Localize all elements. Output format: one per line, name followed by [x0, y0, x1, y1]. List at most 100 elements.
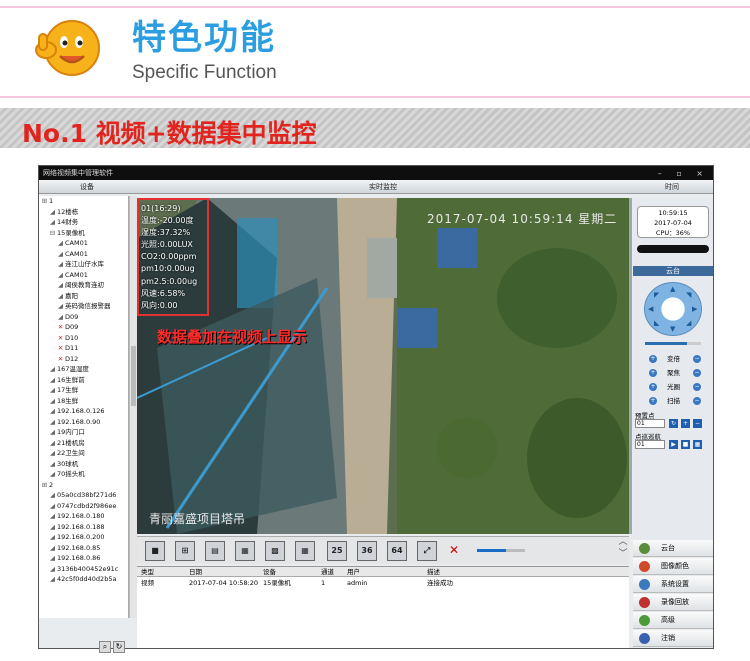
tree-item[interactable]: ◢ 19内门口	[39, 427, 128, 438]
cruise-stop-button[interactable]: ■	[681, 440, 690, 449]
logout-button[interactable]: 注销	[633, 630, 713, 647]
arrow-down-right-icon[interactable]: ◢	[686, 319, 691, 327]
focus-out-button[interactable]: −	[693, 369, 701, 377]
tree-item[interactable]: ◢ 192.168.0.200	[39, 532, 128, 543]
tree-item[interactable]: ◢ 192.168.0.85	[39, 543, 128, 554]
tree-item[interactable]: ◢ 192.168.0.188	[39, 522, 128, 533]
tree-item[interactable]: ◢ 3136b400452e91c	[39, 564, 128, 575]
tree-item[interactable]: ⊞ 2	[39, 480, 128, 491]
tree-item[interactable]: ◢ 16生鲜前	[39, 375, 128, 386]
camera-icon: ◢	[58, 239, 63, 247]
preset-remove-button[interactable]: −	[693, 419, 702, 428]
tree-item-label: 21楼机房	[57, 438, 85, 447]
preset-select[interactable]: 01	[635, 419, 665, 428]
tree-item[interactable]: ◢ 连江山仔水库	[39, 259, 128, 270]
scrollbar-thumb[interactable]	[131, 346, 136, 406]
ptz-speed-slider[interactable]	[645, 342, 701, 345]
scan-start-button[interactable]: +	[649, 397, 657, 405]
arrow-up-right-icon[interactable]: ◥	[686, 291, 691, 299]
focus-control: + 聚焦 −	[647, 368, 711, 378]
system-settings-button[interactable]: 系统设置	[633, 576, 713, 593]
refresh-icon[interactable]: ↻	[113, 641, 125, 653]
layout-36-button[interactable]: 36	[357, 541, 377, 561]
arrow-up-icon[interactable]: ▲	[670, 285, 675, 293]
tree-item[interactable]: ◢ 18生鲜	[39, 396, 128, 407]
scan-control: + 扫描 −	[647, 396, 711, 406]
tree-item[interactable]: ◢ 14财务	[39, 217, 128, 228]
log-row[interactable]: 视频 2017-07-04 10:58:20 15录像机 1 admin 连接成功	[137, 578, 629, 588]
tree-item-label: 192.168.0.85	[57, 543, 101, 552]
arrow-left-icon[interactable]: ◀	[648, 305, 653, 313]
mute-icon[interactable]: ✕	[449, 543, 459, 557]
zoom-in-button[interactable]: +	[649, 355, 657, 363]
tree-item[interactable]: ◢ D09	[39, 312, 128, 323]
playback-button[interactable]: 录像回放	[633, 594, 713, 611]
device-tree-scrollbar[interactable]	[129, 196, 137, 618]
advanced-button[interactable]: 高级	[633, 612, 713, 629]
iris-close-button[interactable]: −	[693, 383, 701, 391]
tree-item[interactable]: ⊞ 1	[39, 196, 128, 207]
tree-item[interactable]: ◢ 192.168.0.86	[39, 553, 128, 564]
arrow-down-left-icon[interactable]: ◣	[654, 319, 659, 327]
layout-4-button[interactable]: ⊞	[175, 541, 195, 561]
tree-item[interactable]: ✕ D10	[39, 333, 128, 344]
tree-item[interactable]: ◢ 嘉阳	[39, 291, 128, 302]
tree-item[interactable]: ✕ D09	[39, 322, 128, 333]
arrow-right-icon[interactable]: ▶	[692, 305, 697, 313]
tree-item[interactable]: ◢ 30球机	[39, 459, 128, 470]
tree-item[interactable]: ◢ 17生鲜	[39, 385, 128, 396]
tree-item[interactable]: ◢ 英码微信报警器	[39, 301, 128, 312]
tree-item-label: 167温湿度	[57, 365, 89, 373]
zoom-out-button[interactable]: −	[693, 355, 701, 363]
ptz-nav-button[interactable]: 云台	[633, 540, 713, 557]
iris-open-button[interactable]: +	[649, 383, 657, 391]
tree-item[interactable]: ◢ 192.168.0.126	[39, 406, 128, 417]
volume-slider[interactable]	[477, 549, 525, 552]
tree-item[interactable]: ◢ 闽侯教育连初	[39, 280, 128, 291]
tree-item[interactable]: ✕ D11	[39, 343, 128, 354]
layout-25-button[interactable]: 25	[327, 541, 347, 561]
tree-item[interactable]: ◢ 192.168.0.90	[39, 417, 128, 428]
tree-item[interactable]: ◢ 192.168.0.180	[39, 511, 128, 522]
layout-1-button[interactable]: ■	[145, 541, 165, 561]
tree-item[interactable]: ◢ CAM01	[39, 249, 128, 260]
search-icon[interactable]: ⌕	[99, 641, 111, 653]
layout-64-button[interactable]: 64	[387, 541, 407, 561]
tree-item[interactable]: ◢ 22卫生间	[39, 448, 128, 459]
tree-item[interactable]: ◢ CAM01	[39, 270, 128, 281]
layout-16-button[interactable]: ▦	[295, 541, 315, 561]
tree-item-label: 30球机	[57, 459, 79, 468]
layout-9-button[interactable]: ▦	[235, 541, 255, 561]
tree-item[interactable]: ◢ 167温湿度	[39, 364, 128, 375]
layout-6-button[interactable]: ▤	[205, 541, 225, 561]
layout-13-button[interactable]: ▩	[265, 541, 285, 561]
tree-item[interactable]: ✕ D12	[39, 354, 128, 365]
scan-stop-button[interactable]: −	[693, 397, 701, 405]
fullscreen-icon[interactable]: ⤢	[417, 541, 437, 561]
tree-item[interactable]: ◢ 12楼栋	[39, 207, 128, 218]
tree-item[interactable]: ◢ 21楼机房	[39, 438, 128, 449]
tree-item[interactable]: ◢ 42c5f0dd40d2b5a	[39, 574, 128, 585]
arrow-down-icon[interactable]: ▼	[670, 325, 675, 333]
arrow-up-left-icon[interactable]: ◤	[654, 291, 659, 299]
tree-item-label: 闽侯教育连初	[65, 281, 104, 289]
log-cell: admin	[347, 579, 368, 587]
ptz-direction-pad[interactable]: ▲ ▼ ◀ ▶ ◤ ◥ ◣ ◢	[644, 282, 702, 336]
preset-goto-button[interactable]: ↻	[669, 419, 678, 428]
tree-item[interactable]: ⊟ 15录像机	[39, 228, 128, 239]
panel-scroll-arrows[interactable]: ︿ ﹀	[615, 536, 631, 564]
device-tree[interactable]: ⊞ 1 ◢ 12楼栋 ◢ 14财务 ⊟ 15录像机 ◢ CAM01 ◢ CAM01 ◢ 连江山仔水库 ◢ CA…	[39, 196, 129, 618]
image-color-button[interactable]: 图像颜色	[633, 558, 713, 575]
tree-item[interactable]: ◢ 0747cdbd2f986ee	[39, 501, 128, 512]
tree-item[interactable]: ◢ 70摇头机	[39, 469, 128, 480]
tree-item-label: 14财务	[57, 218, 79, 226]
window-buttons[interactable]: – ▫ ×	[658, 167, 709, 181]
video-view[interactable]: 01(16:29) 温度:-20.00度 湿度:37.32% 光照:0.00LUX CO…	[137, 198, 629, 534]
cruise-select[interactable]: 01	[635, 440, 665, 449]
focus-in-button[interactable]: +	[649, 369, 657, 377]
cruise-play-button[interactable]: ▶	[669, 440, 678, 449]
tree-item[interactable]: ◢ CAM01	[39, 238, 128, 249]
tree-item[interactable]: ◢ 05a0cd38bf271d6	[39, 490, 128, 501]
cruise-grid-button[interactable]: ▦	[693, 440, 702, 449]
preset-add-button[interactable]: +	[681, 419, 690, 428]
